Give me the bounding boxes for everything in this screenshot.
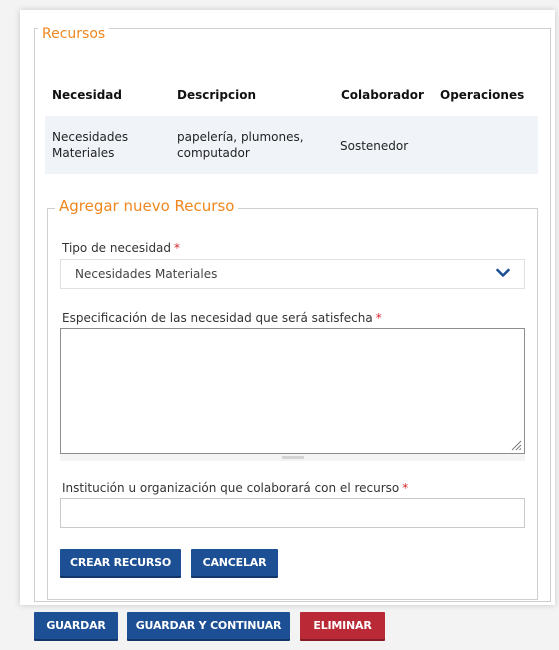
column-header-descripcion: Descripcion	[177, 88, 256, 102]
resize-grip-icon[interactable]	[510, 439, 522, 451]
save-button[interactable]: GUARDAR	[34, 612, 118, 639]
table-row: Necesidades Materiales papelería, plumon…	[45, 116, 538, 174]
create-resource-button[interactable]: CREAR RECURSO	[60, 549, 181, 576]
tipo-necesidad-label: Tipo de necesidad *	[62, 241, 180, 255]
cell-descripcion: papelería, plumones, computador	[177, 129, 304, 161]
resources-legend: Recursos	[38, 26, 110, 42]
institucion-input[interactable]	[60, 498, 525, 528]
required-marker: *	[375, 311, 382, 325]
cell-descripcion-line2: computador	[177, 146, 250, 160]
especificacion-textarea[interactable]	[60, 328, 525, 454]
cell-descripcion-line1: papelería, plumones,	[177, 130, 304, 144]
cancel-button[interactable]: CANCELAR	[191, 549, 278, 576]
cell-necesidad-line1: Necesidades	[52, 130, 129, 144]
tipo-necesidad-value: Necesidades Materiales	[75, 267, 218, 281]
especificacion-label: Especificación de las necesidad que será…	[62, 311, 382, 325]
column-header-necesidad: Necesidad	[52, 88, 122, 102]
delete-button[interactable]: ELIMINAR	[300, 612, 385, 639]
especificacion-label-text: Especificación de las necesidad que será…	[62, 311, 373, 325]
drag-handle[interactable]	[282, 456, 304, 459]
tipo-necesidad-select[interactable]: Necesidades Materiales	[60, 259, 525, 289]
textarea-drag-bar[interactable]	[60, 454, 525, 461]
column-header-colaborador: Colaborador	[341, 88, 424, 102]
resources-table-header: Necesidad Descripcion Colaborador Operac…	[52, 84, 538, 106]
save-continue-button[interactable]: GUARDAR Y CONTINUAR	[127, 612, 290, 639]
cell-colaborador: Sostenedor	[340, 139, 409, 153]
column-header-operaciones: Operaciones	[440, 88, 525, 102]
chevron-down-icon	[496, 268, 510, 277]
required-marker: *	[402, 481, 409, 495]
institucion-label-text: Institución u organización que colaborar…	[62, 481, 400, 495]
required-marker: *	[174, 241, 181, 255]
cell-necesidad: Necesidades Materiales	[52, 129, 128, 161]
institucion-label: Institución u organización que colaborar…	[62, 481, 408, 495]
cell-necesidad-line2: Materiales	[52, 146, 115, 160]
new-resource-legend: Agregar nuevo Recurso	[55, 197, 239, 215]
tipo-necesidad-label-text: Tipo de necesidad	[62, 241, 172, 255]
